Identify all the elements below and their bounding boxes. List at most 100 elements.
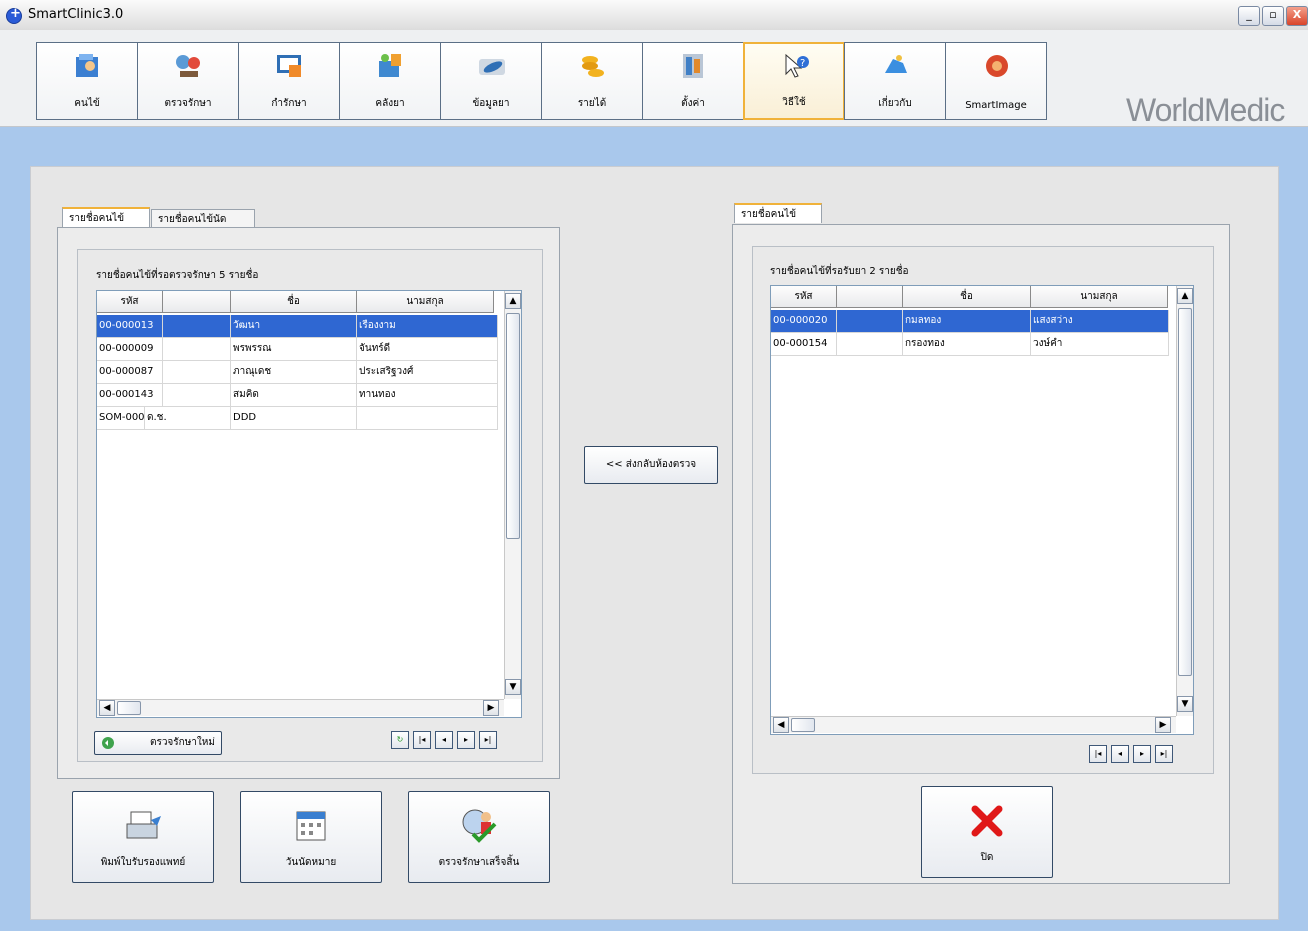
scroll-up-button[interactable]: ▲	[505, 293, 521, 309]
column-header-prefix[interactable]	[837, 286, 903, 308]
toolbar-button-patients[interactable]: คนไข้	[36, 42, 138, 120]
window-title: SmartClinic3.0	[28, 7, 124, 22]
table-row[interactable]: 00-000143 สมคิด ทานทอง	[97, 384, 498, 407]
minimize-button[interactable]: _	[1238, 6, 1260, 26]
last-record-button[interactable]: ▸|	[479, 731, 497, 749]
vertical-scrollbar[interactable]: ▲ ▼	[1176, 286, 1193, 716]
next-record-button[interactable]: ▸	[457, 731, 475, 749]
waiting-exam-caption: รายชื่อคนไข้ที่รอตรวจรักษา 5 รายชื่อ	[96, 270, 259, 281]
scroll-right-button[interactable]: ▶	[1155, 717, 1171, 733]
new-exam-icon	[102, 737, 114, 749]
scroll-thumb[interactable]	[506, 313, 520, 539]
new-exam-button[interactable]: ตรวจรักษาใหม่	[94, 731, 222, 755]
column-header-prefix[interactable]	[163, 291, 231, 313]
toolbar-label: รายได้	[577, 98, 607, 109]
scroll-left-button[interactable]: ◀	[99, 700, 115, 716]
close-window-button[interactable]: X	[1286, 6, 1308, 26]
column-header-lastname[interactable]: นามสกุล	[357, 291, 494, 313]
waiting-exam-grid[interactable]: รหัส ชื่อ นามสกุล 00-000013 วัฒนา เรืองง…	[96, 290, 522, 718]
table-row[interactable]: SOM-000 ด.ช. DDD	[97, 407, 498, 430]
last-record-button[interactable]: ▸|	[1155, 745, 1173, 763]
scroll-down-button[interactable]: ▼	[1177, 696, 1193, 712]
table-row[interactable]: 00-000154 กรองทอง วงษ์คำ	[771, 333, 1169, 356]
toolbar-button-smartimage[interactable]: SmartImage	[945, 42, 1047, 120]
toolbar: คนไข้ ตรวจรักษา กำรักษา คลังยา ข้อมูลยา …	[0, 30, 1308, 128]
toolbar-button-examination[interactable]: ตรวจรักษา	[137, 42, 239, 120]
tab-appointment-list[interactable]: รายชื่อคนไข้นัด	[151, 209, 255, 227]
column-header-id[interactable]: รหัส	[771, 286, 837, 308]
app-icon	[6, 6, 22, 24]
prev-record-button[interactable]: ◂	[435, 731, 453, 749]
cell-id: 00-000009	[97, 338, 163, 360]
cell-firstname: DDD	[231, 407, 357, 429]
toolbar-label: ตรวจรักษา	[164, 98, 212, 109]
first-record-button[interactable]: |◂	[413, 731, 431, 749]
cell-id: 00-000143	[97, 384, 163, 406]
patient-folder-icon	[76, 54, 98, 77]
tab-patient-list[interactable]: รายชื่อคนไข้	[62, 207, 150, 227]
examination-icon	[176, 55, 200, 77]
cell-prefix	[163, 338, 231, 360]
first-record-button[interactable]: |◂	[1089, 745, 1107, 763]
smartimage-icon	[986, 55, 1008, 77]
table-row[interactable]: 00-000009 พรพรรณ จันทร์ดี	[97, 338, 498, 361]
toolbar-button-settings[interactable]: ตั้งค่า	[642, 42, 744, 120]
toolbar-button-pharmacy[interactable]: คลังยา	[339, 42, 441, 120]
cell-lastname: แสงสว่าง	[1031, 310, 1169, 332]
table-row[interactable]: 00-000020 กมลทอง แสงสว่าง	[771, 310, 1169, 333]
prev-record-button[interactable]: ◂	[1111, 745, 1129, 763]
table-row[interactable]: 00-000013 วัฒนา เรืองงาม	[97, 315, 498, 338]
scroll-right-button[interactable]: ▶	[483, 700, 499, 716]
appointment-button[interactable]: วันนัดหมาย	[240, 791, 382, 883]
toolbar-label: คลังยา	[375, 98, 405, 109]
cell-id: 00-000087	[97, 361, 163, 383]
close-form-button[interactable]: ปิด	[921, 786, 1053, 878]
horizontal-scrollbar[interactable]: ◀ ▶	[771, 716, 1176, 733]
cell-firstname: กมลทอง	[903, 310, 1031, 332]
vertical-scrollbar[interactable]: ▲ ▼	[504, 291, 521, 699]
toolbar-label: เกี่ยวกับ	[878, 98, 912, 109]
scroll-thumb[interactable]	[1178, 308, 1192, 676]
title-bar: SmartClinic3.0 _ ▫ X	[0, 0, 1308, 31]
send-back-to-exam-button[interactable]: << ส่งกลับห้องตรวจ	[584, 446, 718, 484]
red-x-icon	[971, 805, 1003, 837]
scroll-thumb[interactable]	[117, 701, 141, 715]
toolbar-label: ข้อมูลยา	[472, 98, 510, 109]
column-header-firstname[interactable]: ชื่อ	[231, 291, 357, 313]
horizontal-scrollbar[interactable]: ◀ ▶	[97, 699, 504, 716]
help-icon: ?	[785, 53, 809, 78]
restore-button[interactable]: ▫	[1262, 6, 1284, 26]
toolbar-button-help[interactable]: ? วิธีใช้	[743, 42, 845, 120]
svg-text:?: ?	[800, 58, 805, 69]
scroll-left-button[interactable]: ◀	[773, 717, 789, 733]
toolbar-label: กำรักษา	[271, 98, 307, 109]
exam-complete-button[interactable]: ตรวจรักษาเสร็จสิ้น	[408, 791, 550, 883]
toolbar-button-drug-info[interactable]: ข้อมูลยา	[440, 42, 542, 120]
toolbar-button-treatment[interactable]: กำรักษา	[238, 42, 340, 120]
cell-prefix	[837, 310, 903, 332]
left-nav-bar: ↻ |◂ ◂ ▸ ▸|	[391, 731, 521, 749]
drug-info-icon	[479, 59, 505, 75]
next-record-button[interactable]: ▸	[1133, 745, 1151, 763]
printer-icon	[126, 811, 161, 839]
cell-prefix	[837, 333, 903, 355]
print-certificate-button[interactable]: พิมพ์ใบรับรองแพทย์	[72, 791, 214, 883]
table-row[interactable]: 00-000087 ภาณุเดช ประเสริฐวงศ์	[97, 361, 498, 384]
toolbar-button-income[interactable]: รายได้	[541, 42, 643, 120]
column-header-firstname[interactable]: ชื่อ	[903, 286, 1031, 308]
column-header-id[interactable]: รหัส	[97, 291, 163, 313]
cell-lastname: จันทร์ดี	[357, 338, 498, 360]
toolbar-label: วิธีใช้	[782, 97, 806, 108]
refresh-button[interactable]: ↻	[391, 731, 409, 749]
scroll-thumb[interactable]	[791, 718, 815, 732]
column-header-lastname[interactable]: นามสกุล	[1031, 286, 1168, 308]
toolbar-button-about[interactable]: เกี่ยวกับ	[844, 42, 946, 120]
waiting-dispense-grid[interactable]: รหัส ชื่อ นามสกุล 00-000020 กมลทอง แสงสว…	[770, 285, 1194, 735]
scroll-down-button[interactable]: ▼	[505, 679, 521, 695]
close-form-label: ปิด	[980, 852, 994, 863]
tab-dispense-list[interactable]: รายชื่อคนไข้	[734, 203, 822, 223]
scroll-up-button[interactable]: ▲	[1177, 288, 1193, 304]
doctor-check-icon	[462, 809, 497, 843]
about-icon	[885, 55, 907, 73]
cell-firstname: กรองทอง	[903, 333, 1031, 355]
